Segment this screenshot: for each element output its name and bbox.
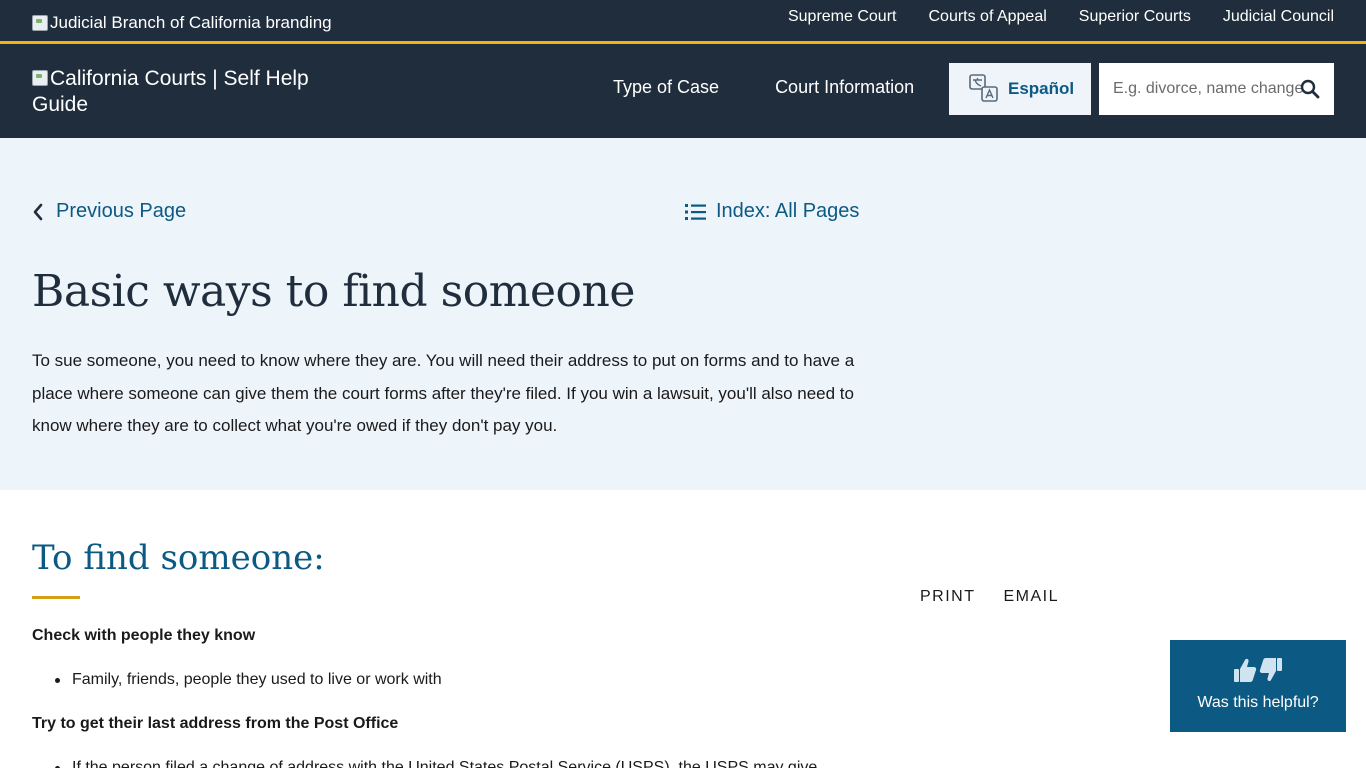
courts-of-appeal-link[interactable]: Courts of Appeal bbox=[928, 8, 1046, 26]
supreme-court-link[interactable]: Supreme Court bbox=[788, 8, 897, 26]
broken-image-icon bbox=[32, 15, 48, 31]
utility-bar: Judicial Branch of California branding S… bbox=[0, 0, 1366, 41]
previous-page-label: Previous Page bbox=[56, 200, 187, 222]
print-button[interactable]: PRINT bbox=[920, 588, 976, 606]
logo-alt-text: California Courts | Self Help Guide bbox=[32, 67, 309, 116]
previous-page-link[interactable]: Previous Page bbox=[32, 200, 186, 223]
nav-type-of-case[interactable]: Type of Case bbox=[613, 77, 719, 98]
section-heading: To find someone: bbox=[32, 538, 325, 578]
utility-nav: Supreme Court Courts of Appeal Superior … bbox=[788, 8, 1334, 26]
judicial-branch-branding[interactable]: Judicial Branch of California branding bbox=[32, 13, 332, 33]
main-header: California Courts | Self Help Guide Type… bbox=[0, 44, 1366, 138]
list-icon bbox=[685, 203, 706, 220]
judicial-council-link[interactable]: Judicial Council bbox=[1223, 8, 1334, 26]
translate-icon bbox=[969, 74, 998, 102]
language-button-label: Español bbox=[1008, 79, 1075, 98]
search-box bbox=[1099, 63, 1334, 115]
language-toggle-button[interactable]: Español bbox=[949, 63, 1091, 115]
list-item: If the person filed a change of address … bbox=[54, 759, 817, 768]
list-item: Family, friends, people they used to liv… bbox=[55, 671, 442, 688]
subheading-post-office: Try to get their last address from the P… bbox=[32, 715, 399, 732]
subheading-check-people: Check with people they know bbox=[32, 627, 256, 644]
search-icon[interactable] bbox=[1300, 79, 1320, 99]
thumbs-group bbox=[1233, 656, 1283, 684]
intro-paragraph: To sue someone, you need to know where t… bbox=[32, 351, 855, 435]
hero-section: Previous Page Index: All Pages Basic way… bbox=[0, 138, 1366, 490]
feedback-label: Was this helpful? bbox=[1197, 694, 1319, 711]
chevron-left-icon bbox=[33, 203, 43, 220]
search-input[interactable] bbox=[1099, 63, 1334, 115]
site-logo[interactable]: California Courts | Self Help Guide bbox=[32, 66, 352, 118]
thumbs-down-icon bbox=[1259, 658, 1282, 682]
nav-court-information[interactable]: Court Information bbox=[775, 77, 914, 98]
main-nav: Type of Case Court Information bbox=[613, 77, 914, 98]
feedback-widget[interactable]: Was this helpful? bbox=[1170, 640, 1346, 732]
superior-courts-link[interactable]: Superior Courts bbox=[1079, 8, 1191, 26]
page-actions: PRINT EMAIL bbox=[920, 588, 1059, 606]
branding-alt-text: Judicial Branch of California branding bbox=[50, 13, 332, 32]
thumbs-up-icon bbox=[1234, 658, 1257, 682]
index-all-pages-label: Index: All Pages bbox=[716, 200, 860, 222]
heading-underline bbox=[32, 596, 80, 599]
email-button[interactable]: EMAIL bbox=[1004, 588, 1060, 606]
broken-image-icon bbox=[32, 70, 48, 86]
index-all-pages-link[interactable]: Index: All Pages bbox=[685, 200, 859, 223]
page-title: Basic ways to find someone bbox=[32, 266, 635, 317]
